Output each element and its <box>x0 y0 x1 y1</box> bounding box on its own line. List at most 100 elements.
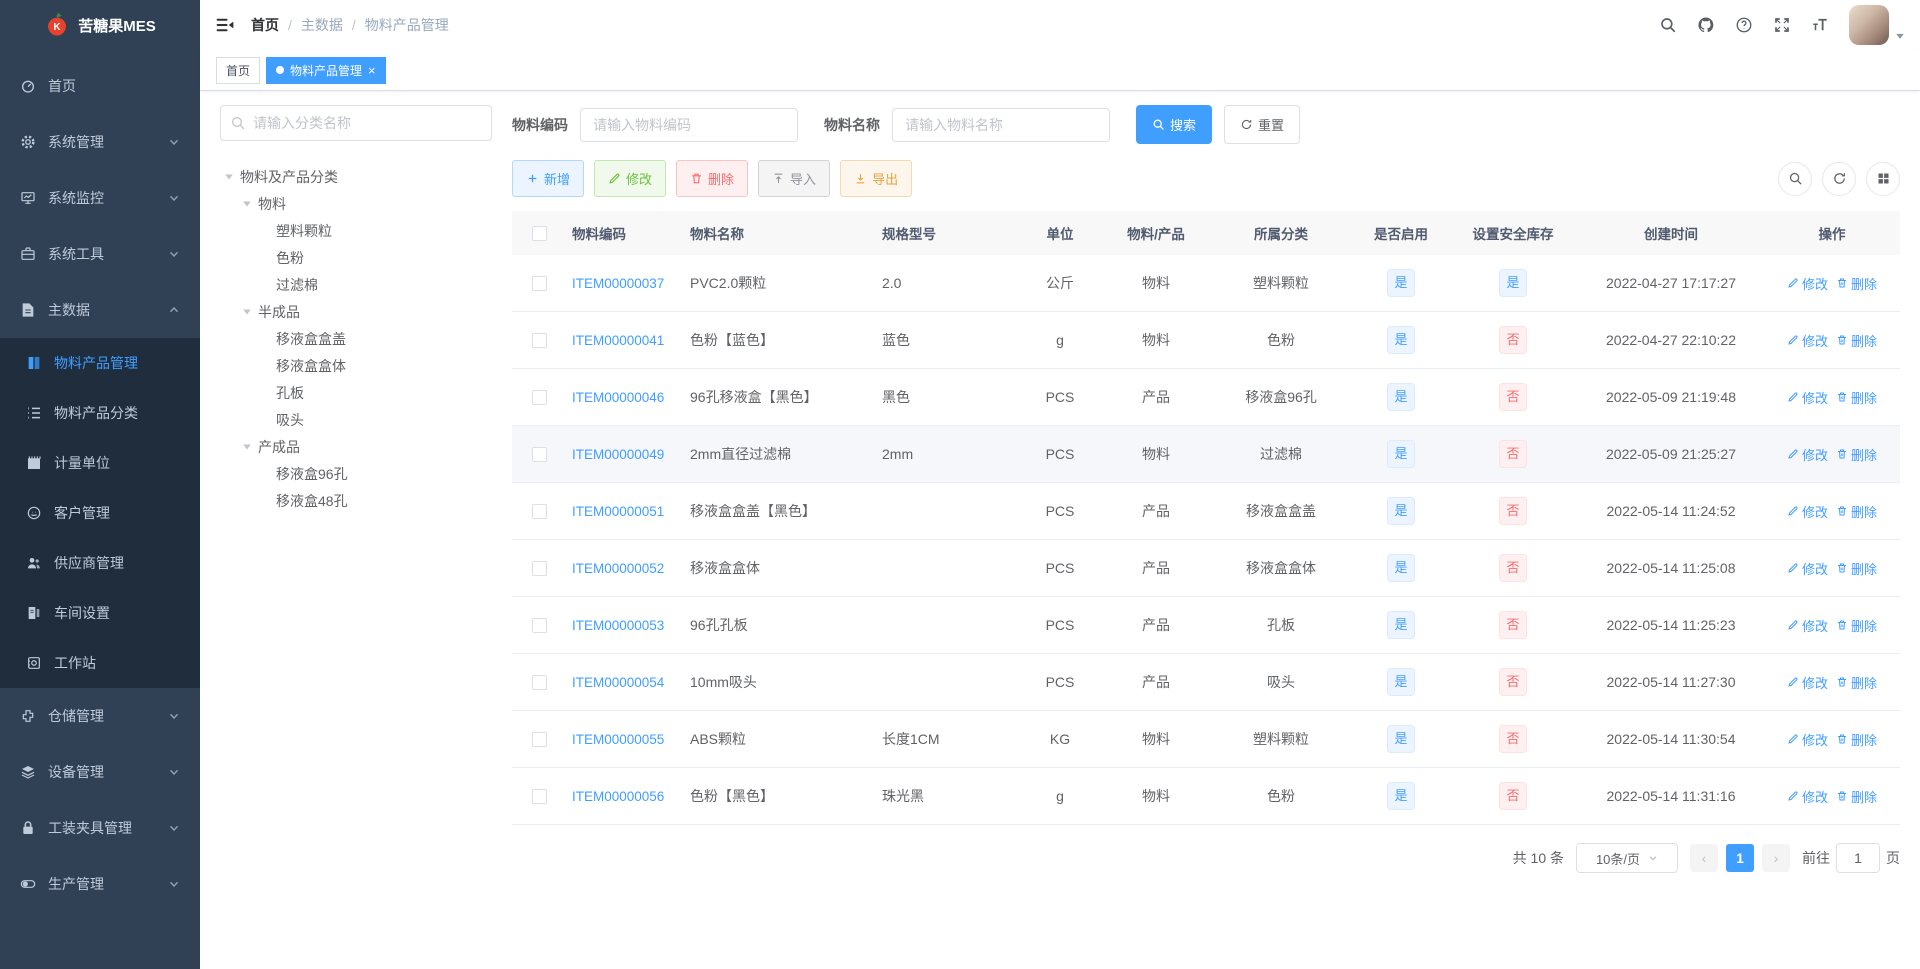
toggle-search-button[interactable] <box>1778 161 1812 196</box>
row-edit-button[interactable]: 修改 <box>1787 445 1828 464</box>
row-edit-button[interactable]: 修改 <box>1787 616 1828 635</box>
tree-leaf-node[interactable]: 移液盒盒体 <box>220 352 492 379</box>
goto-page-input[interactable] <box>1836 843 1880 873</box>
tab-home[interactable]: 首页 <box>216 56 261 84</box>
row-delete-button[interactable]: 删除 <box>1836 730 1877 749</box>
close-icon[interactable]: × <box>368 64 376 77</box>
github-icon[interactable] <box>1697 16 1715 34</box>
search-icon[interactable] <box>1659 16 1677 34</box>
tree-root-node[interactable]: 物料及产品分类 <box>220 163 492 190</box>
caret-down-icon[interactable] <box>242 307 252 317</box>
sidebar-item-2[interactable]: 系统监控 <box>0 170 200 226</box>
row-checkbox[interactable] <box>531 618 547 634</box>
row-checkbox[interactable] <box>531 333 547 349</box>
row-delete-button[interactable]: 删除 <box>1836 673 1877 692</box>
row-edit-button[interactable]: 修改 <box>1787 331 1828 350</box>
tree-group-node[interactable]: 半成品 <box>220 298 492 325</box>
material-code-link[interactable]: ITEM00000053 <box>572 618 664 633</box>
sidebar-item-4[interactable]: 主数据 <box>0 282 200 338</box>
row-checkbox[interactable] <box>531 561 547 577</box>
row-edit-button[interactable]: 修改 <box>1787 502 1828 521</box>
row-checkbox[interactable] <box>531 276 547 292</box>
tab-material-product[interactable]: 物料产品管理 × <box>266 56 386 84</box>
row-edit-button[interactable]: 修改 <box>1787 730 1828 749</box>
app-logo[interactable]: K 苦糖果MES <box>0 0 200 50</box>
breadcrumb-master-data[interactable]: 主数据 <box>301 15 343 35</box>
row-delete-button[interactable]: 删除 <box>1836 274 1877 293</box>
columns-button[interactable] <box>1866 161 1900 196</box>
search-button[interactable]: 搜索 <box>1136 105 1213 144</box>
material-code-link[interactable]: ITEM00000054 <box>572 675 664 690</box>
material-code-input[interactable] <box>580 107 798 142</box>
tree-leaf-node[interactable]: 移液盒48孔 <box>220 487 492 514</box>
caret-down-icon[interactable] <box>242 442 252 452</box>
row-checkbox[interactable] <box>531 789 547 805</box>
import-button[interactable]: 导入 <box>758 160 831 197</box>
help-icon[interactable] <box>1735 16 1753 34</box>
row-delete-button[interactable]: 删除 <box>1836 559 1877 578</box>
row-delete-button[interactable]: 删除 <box>1836 331 1877 350</box>
export-button[interactable]: 导出 <box>840 160 913 197</box>
page-1-button[interactable]: 1 <box>1726 844 1754 872</box>
sidebar-subitem-4[interactable]: 供应商管理 <box>0 538 200 588</box>
sidebar-subitem-1[interactable]: 物料产品分类 <box>0 388 200 438</box>
sidebar-item-7[interactable]: 工装夹具管理 <box>0 800 200 856</box>
fullscreen-icon[interactable] <box>1773 16 1791 34</box>
sidebar-subitem-5[interactable]: 车间设置 <box>0 588 200 638</box>
page-size-select[interactable]: 10条/页 <box>1576 843 1678 873</box>
row-checkbox[interactable] <box>531 447 547 463</box>
tree-leaf-node[interactable]: 吸头 <box>220 406 492 433</box>
material-code-link[interactable]: ITEM00000049 <box>572 447 664 462</box>
material-code-link[interactable]: ITEM00000037 <box>572 276 664 291</box>
font-size-icon[interactable] <box>1811 16 1829 34</box>
row-checkbox[interactable] <box>531 390 547 406</box>
material-code-link[interactable]: ITEM00000041 <box>572 333 664 348</box>
row-edit-button[interactable]: 修改 <box>1787 559 1828 578</box>
row-checkbox[interactable] <box>531 504 547 520</box>
tree-leaf-node[interactable]: 色粉 <box>220 244 492 271</box>
row-checkbox[interactable] <box>531 675 547 691</box>
material-code-link[interactable]: ITEM00000055 <box>572 732 664 747</box>
row-edit-button[interactable]: 修改 <box>1787 274 1828 293</box>
row-delete-button[interactable]: 删除 <box>1836 445 1877 464</box>
material-code-link[interactable]: ITEM00000051 <box>572 504 664 519</box>
row-edit-button[interactable]: 修改 <box>1787 787 1828 806</box>
row-edit-button[interactable]: 修改 <box>1787 388 1828 407</box>
breadcrumb-home[interactable]: 首页 <box>251 15 279 35</box>
material-code-link[interactable]: ITEM00000056 <box>572 789 664 804</box>
prev-page-button[interactable]: ‹ <box>1690 844 1718 872</box>
select-all-checkbox[interactable] <box>531 225 547 241</box>
sidebar-item-6[interactable]: 设备管理 <box>0 744 200 800</box>
row-delete-button[interactable]: 删除 <box>1836 787 1877 806</box>
delete-button[interactable]: 删除 <box>676 160 749 197</box>
sidebar-subitem-3[interactable]: 客户管理 <box>0 488 200 538</box>
tree-leaf-node[interactable]: 塑料颗粒 <box>220 217 492 244</box>
row-checkbox[interactable] <box>531 732 547 748</box>
sidebar-item-8[interactable]: 生产管理 <box>0 856 200 912</box>
edit-button[interactable]: 修改 <box>594 160 667 197</box>
refresh-button[interactable] <box>1822 161 1856 196</box>
sidebar-fold-icon[interactable] <box>215 15 235 35</box>
sidebar-item-5[interactable]: 仓储管理 <box>0 688 200 744</box>
avatar[interactable] <box>1849 5 1889 45</box>
row-edit-button[interactable]: 修改 <box>1787 673 1828 692</box>
material-code-link[interactable]: ITEM00000052 <box>572 561 664 576</box>
sidebar-subitem-0[interactable]: 物料产品管理 <box>0 338 200 388</box>
sidebar-subitem-2[interactable]: 计量单位 <box>0 438 200 488</box>
row-delete-button[interactable]: 删除 <box>1836 388 1877 407</box>
tree-leaf-node[interactable]: 移液盒盒盖 <box>220 325 492 352</box>
sidebar-subitem-6[interactable]: 工作站 <box>0 638 200 688</box>
tree-leaf-node[interactable]: 孔板 <box>220 379 492 406</box>
tree-leaf-node[interactable]: 移液盒96孔 <box>220 460 492 487</box>
sidebar-item-1[interactable]: 系统管理 <box>0 114 200 170</box>
tree-group-node[interactable]: 产成品 <box>220 433 492 460</box>
sidebar-item-3[interactable]: 系统工具 <box>0 226 200 282</box>
category-search-input[interactable] <box>220 105 492 141</box>
reset-button[interactable]: 重置 <box>1224 105 1301 144</box>
row-delete-button[interactable]: 删除 <box>1836 616 1877 635</box>
tree-group-node[interactable]: 物料 <box>220 190 492 217</box>
user-menu[interactable] <box>1849 5 1905 45</box>
caret-down-icon[interactable] <box>224 172 234 182</box>
tree-leaf-node[interactable]: 过滤棉 <box>220 271 492 298</box>
caret-down-icon[interactable] <box>242 199 252 209</box>
